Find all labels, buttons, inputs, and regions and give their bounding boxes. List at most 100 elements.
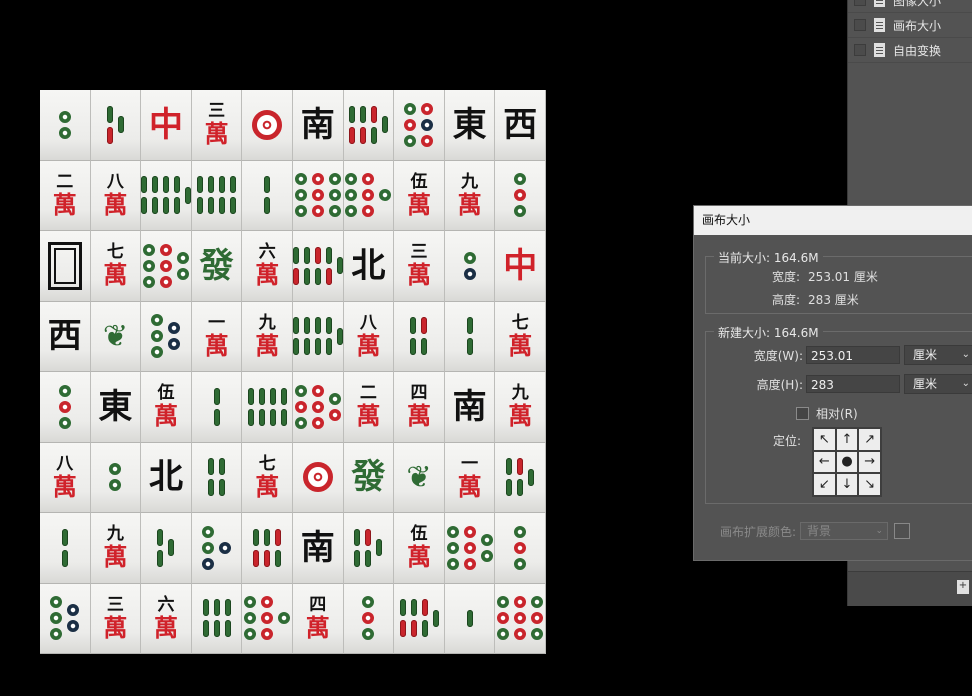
mahjong-tile: 三萬 [191, 90, 243, 161]
mahjong-tile: 四萬 [292, 583, 344, 654]
mahjong-tile: 七萬 [242, 442, 293, 513]
mahjong-tile [444, 583, 496, 654]
history-item-canvas-size[interactable]: 画布大小 [848, 13, 972, 38]
mahjong-tile [191, 442, 243, 513]
checkbox-icon[interactable] [854, 44, 866, 56]
document-icon [874, 43, 885, 57]
mahjong-tile [343, 583, 395, 654]
mahjong-tile [40, 231, 91, 302]
height-unit-value: 厘米 [913, 377, 938, 391]
mahjong-tile: 西 [495, 90, 546, 161]
current-size-group: 当前大小: 164.6M 宽度: 253.01 厘米 高度: 283 厘米 [705, 249, 972, 314]
extension-color-value: 背景 [807, 524, 832, 538]
mahjong-tile: 六萬 [242, 231, 293, 302]
mahjong-tile [343, 513, 395, 584]
mahjong-tile [40, 90, 91, 161]
relative-label: 相对(R) [816, 407, 858, 421]
anchor-grid[interactable]: ↖ ↑ ↗ ← ● → ↙ ↓ ↘ [812, 427, 882, 497]
mahjong-tile [141, 301, 192, 372]
height-input[interactable]: 283 [806, 375, 900, 393]
checkbox-icon[interactable] [854, 0, 866, 6]
anchor-center-icon[interactable]: ● [835, 450, 859, 474]
panel-footer: + [848, 571, 972, 606]
anchor-label: 定位: [773, 434, 802, 448]
history-item-free-transform[interactable]: 自由变换 [848, 38, 972, 63]
new-height-label: 高度(H): [756, 377, 803, 392]
mahjong-tile [495, 583, 546, 654]
history-item-image-size[interactable]: 图像大小 [848, 0, 972, 13]
mahjong-tile: 七萬 [495, 301, 546, 372]
checkbox-icon[interactable] [796, 407, 809, 420]
mahjong-tile [292, 442, 344, 513]
mahjong-tile: 發 [191, 231, 243, 302]
anchor-top-right-icon[interactable]: ↗ [858, 428, 881, 451]
mahjong-tile: 西 [40, 301, 91, 372]
anchor-top-left-icon[interactable]: ↖ [813, 428, 836, 451]
mahjong-tile: 北 [141, 442, 192, 513]
chevron-down-icon: ⌄ [875, 526, 884, 536]
mahjong-tile [141, 160, 192, 231]
mahjong-tile [191, 372, 243, 443]
anchor-bottom-right-icon[interactable]: ↘ [858, 473, 881, 496]
anchor-left-icon[interactable]: ← [813, 450, 836, 474]
mahjong-tile [242, 513, 293, 584]
current-height-label: 高度: [772, 293, 801, 307]
mahjong-tile: 北 [343, 231, 395, 302]
mahjong-tile: 中 [141, 90, 192, 161]
mahjong-tile [444, 301, 496, 372]
mahjong-tile: 七萬 [90, 231, 142, 302]
mahjong-tile [90, 90, 142, 161]
mahjong-tile [191, 160, 243, 231]
mahjong-tile: ❦ [90, 301, 142, 372]
mahjong-tile: 八萬 [343, 301, 395, 372]
extension-color-select[interactable]: 背景 ⌄ [800, 522, 889, 540]
history-item-label: 画布大小 [893, 18, 942, 33]
mahjong-tile: 二萬 [40, 160, 91, 231]
mahjong-tile [394, 301, 445, 372]
mahjong-tile: 東 [90, 372, 142, 443]
anchor-right-icon[interactable]: → [858, 450, 881, 474]
mahjong-tile: 九萬 [444, 160, 496, 231]
new-document-icon[interactable]: + [957, 580, 969, 594]
height-unit-select[interactable]: 厘米 ⌄ [904, 374, 972, 394]
anchor-bottom-left-icon[interactable]: ↙ [813, 473, 836, 496]
current-size-label: 当前大小: 164.6M [714, 249, 823, 266]
current-height-value: 283 厘米 [808, 293, 859, 307]
relative-checkbox[interactable]: 相对(R) [796, 405, 858, 422]
mahjong-tile [394, 583, 445, 654]
mahjong-tile [343, 160, 395, 231]
extension-color-label: 画布扩展颜色: [720, 524, 797, 539]
mahjong-tile [495, 160, 546, 231]
history-item-label: 自由变换 [893, 43, 942, 58]
anchor-bottom-icon[interactable]: ↓ [835, 473, 859, 496]
mahjong-tile: 一萬 [191, 301, 243, 372]
new-size-label: 新建大小: 164.6M [714, 324, 823, 341]
width-input[interactable]: 253.01 [806, 346, 900, 364]
mahjong-tile [394, 90, 445, 161]
mahjong-tile: 伍萬 [394, 160, 445, 231]
mahjong-tile: 伍萬 [394, 513, 445, 584]
color-swatch[interactable] [894, 523, 911, 539]
mahjong-tile [444, 231, 496, 302]
mahjong-tile: 二萬 [343, 372, 395, 443]
mahjong-tile [242, 583, 293, 654]
mahjong-tile [292, 160, 344, 231]
width-unit-select[interactable]: 厘米 ⌄ [904, 345, 972, 365]
mahjong-tile [444, 513, 496, 584]
mahjong-tile [495, 442, 546, 513]
current-width-label: 宽度: [772, 270, 801, 284]
mahjong-tile [141, 231, 192, 302]
mahjong-tile [242, 160, 293, 231]
mahjong-tile [292, 301, 344, 372]
mahjong-tile: 六萬 [141, 583, 192, 654]
mahjong-tile: 發 [343, 442, 395, 513]
history-item-label: 图像大小 [893, 0, 942, 8]
chevron-down-icon: ⌄ [961, 349, 970, 360]
anchor-top-icon[interactable]: ↑ [835, 428, 859, 451]
mahjong-tile [90, 442, 142, 513]
mahjong-tile [191, 513, 243, 584]
mahjong-tile [242, 372, 293, 443]
mahjong-tile: 九萬 [90, 513, 142, 584]
checkbox-icon[interactable] [854, 19, 866, 31]
mahjong-tile [40, 513, 91, 584]
